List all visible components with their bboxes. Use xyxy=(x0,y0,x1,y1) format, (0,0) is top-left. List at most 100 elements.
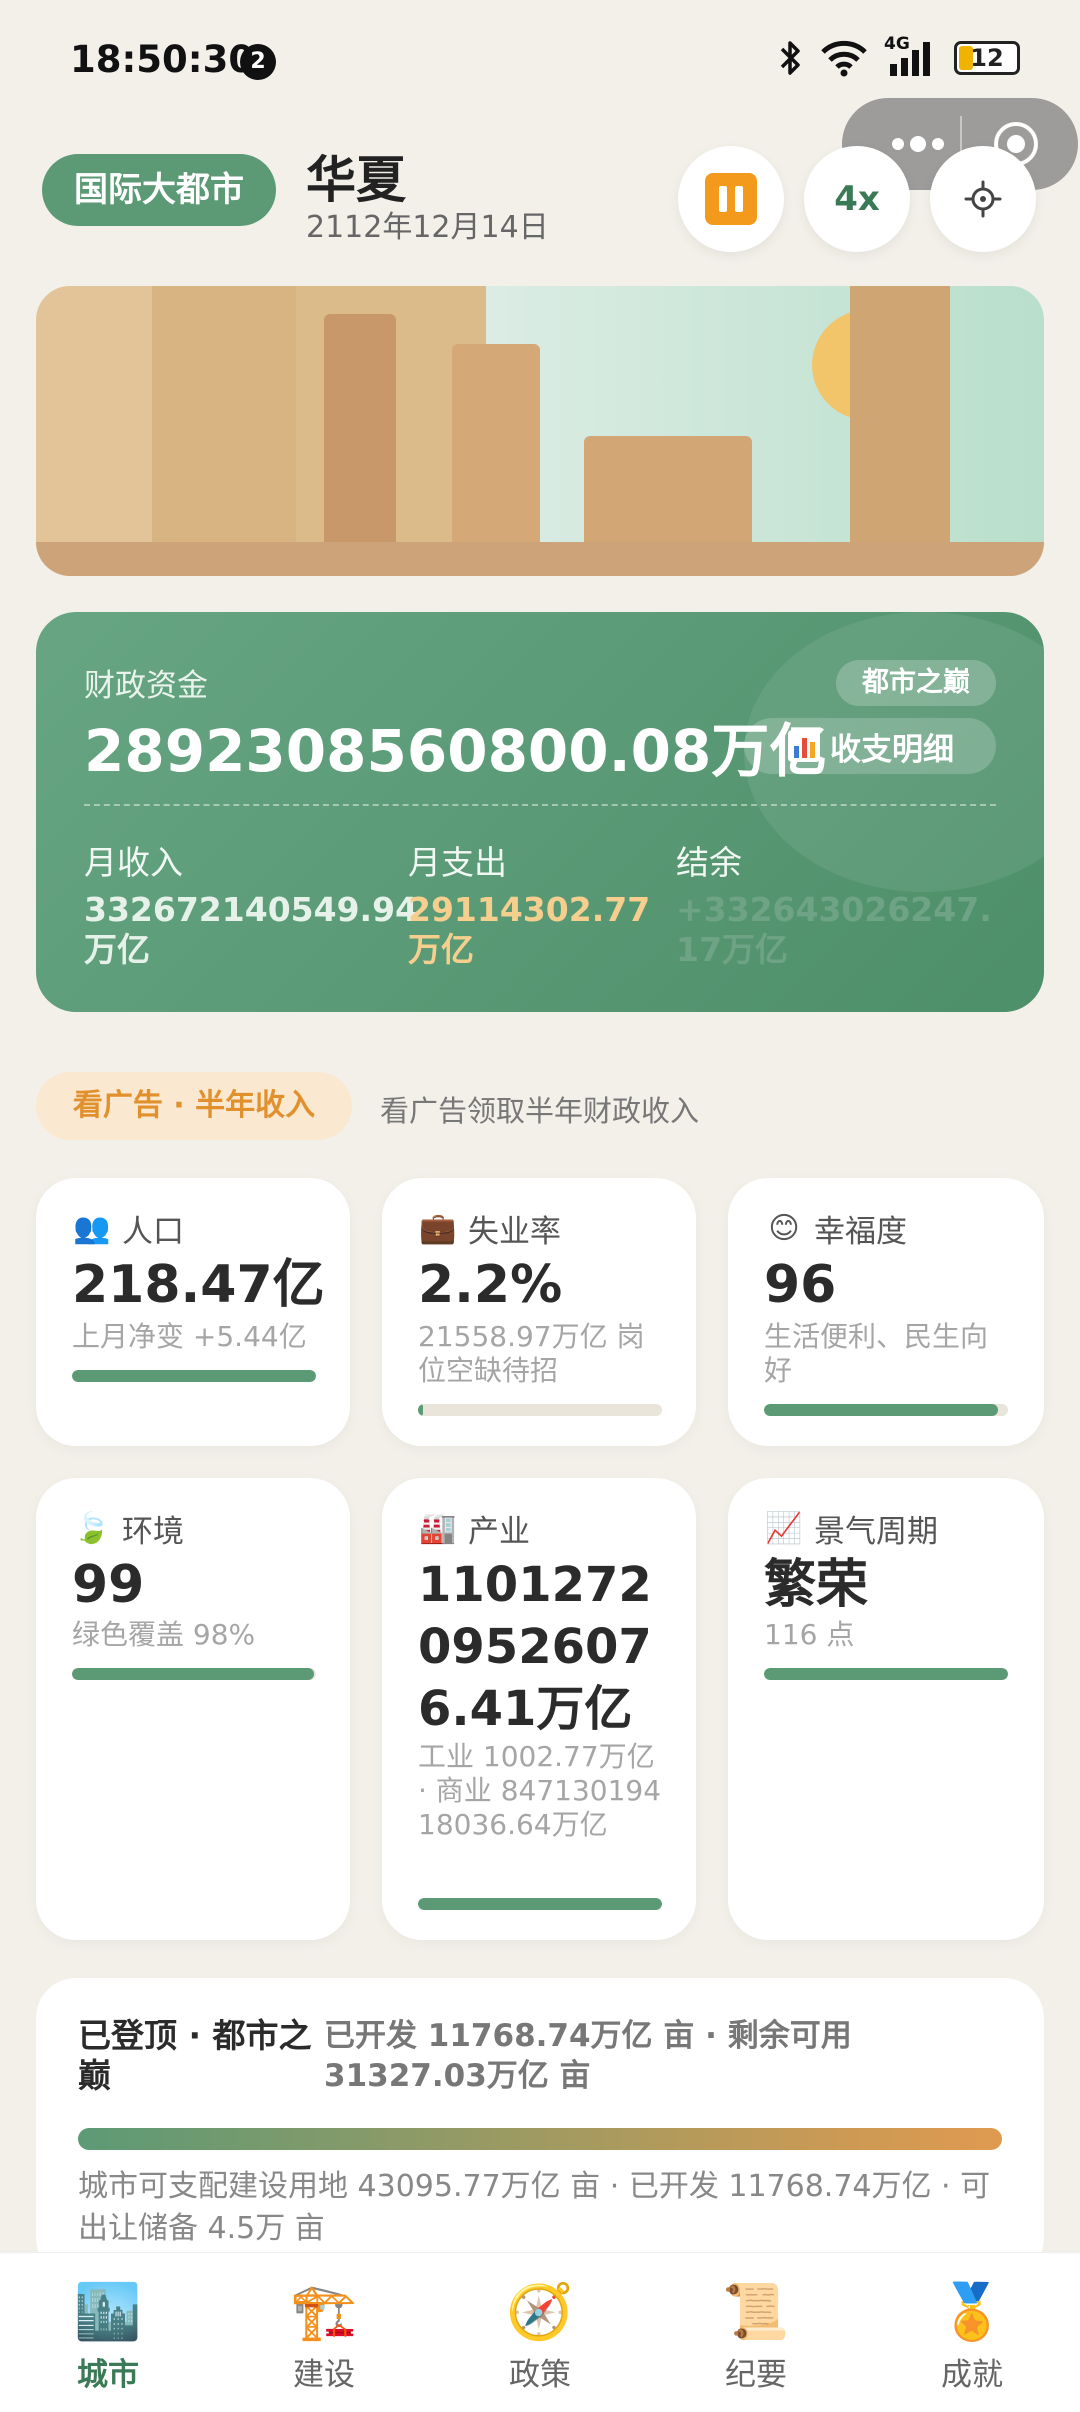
stat-subtext: 21558.97万亿 岗位空缺待招 xyxy=(418,1320,645,1387)
ground xyxy=(36,542,1044,576)
monthly-expense: 月支出 29114302.77万亿 xyxy=(408,836,668,970)
stat-progress-bar xyxy=(72,1370,316,1382)
stat-progress-bar xyxy=(764,1404,1008,1416)
bottom-tab-bar: 🏙️ 城市 🏗️ 建设 🧭 政策 📜 纪要 🏅 成就 xyxy=(0,2252,1080,2412)
stat-subtext: 绿色覆盖 98% xyxy=(72,1618,256,1651)
tab-label: 政策 xyxy=(509,2357,571,2393)
speed-label: 4x xyxy=(834,179,880,219)
stat-subtext: 116 点 xyxy=(764,1618,855,1651)
stat-title: 环境 xyxy=(122,1514,184,1550)
building xyxy=(584,436,752,546)
stat-card-happiness[interactable]: 😊 幸福度 96 生活便利、民生向好 xyxy=(728,1178,1044,1446)
finance-amount: 2892308560800.08万亿 xyxy=(84,717,828,785)
stat-card-business-cycle[interactable]: 📈 景气周期 繁荣 116 点 xyxy=(728,1478,1044,1940)
tab-achievements[interactable]: 🏅 成就 xyxy=(864,2253,1080,2412)
income-expense-detail-button[interactable]: 收支明细 xyxy=(744,718,996,774)
stat-progress-bar xyxy=(764,1668,1008,1680)
wifi-icon xyxy=(821,40,867,77)
monthly-expense-value: 29114302.77万亿 xyxy=(408,890,651,969)
city-icon: 🏙️ xyxy=(74,2280,142,2343)
tab-label: 纪要 xyxy=(725,2357,787,2393)
battery-level: 12 xyxy=(970,44,1004,72)
leaf-icon: 🍃 xyxy=(73,1511,111,1546)
stat-value: 2.2% xyxy=(418,1255,563,1315)
stat-value: 218.47亿 xyxy=(72,1255,325,1315)
city-skyline-illustration xyxy=(36,286,1044,576)
city-tier-tag: 都市之巅 xyxy=(836,660,996,706)
monthly-income: 月收入 332672140549.94万亿 xyxy=(84,836,424,970)
trend-up-icon: 📈 xyxy=(765,1511,803,1546)
building xyxy=(452,344,540,546)
city-date: 2112年12月14日 xyxy=(306,210,549,245)
stat-subtext: 工业 1002.77万亿 · 商业 84713019418036.64万亿 xyxy=(418,1740,662,1841)
smile-icon: 😊 xyxy=(768,1211,800,1246)
stat-progress-bar xyxy=(418,1898,662,1910)
tab-build[interactable]: 🏗️ 建设 xyxy=(216,2253,432,2412)
tab-records[interactable]: 📜 纪要 xyxy=(648,2253,864,2412)
tab-city[interactable]: 🏙️ 城市 xyxy=(0,2253,216,2412)
stat-value: 11012720952607 6.41万亿 xyxy=(418,1557,652,1737)
monthly-balance-label: 结余 xyxy=(676,843,742,882)
tab-label: 建设 xyxy=(293,2357,355,2393)
stat-card-unemployment[interactable]: 💼 失业率 2.2% 21558.97万亿 岗位空缺待招 xyxy=(382,1178,696,1446)
compass-icon: 🧭 xyxy=(506,2280,574,2343)
tab-label: 成就 xyxy=(941,2357,1003,2393)
monthly-expense-label: 月支出 xyxy=(408,843,507,882)
status-time: 18:50:30 xyxy=(70,38,255,81)
watch-ad-hint: 看广告领取半年财政收入 xyxy=(380,1094,700,1128)
city-level-badge: 国际大都市 xyxy=(42,154,276,226)
stat-card-environment[interactable]: 🍃 环境 99 绿色覆盖 98% xyxy=(36,1478,350,1940)
pause-icon xyxy=(705,173,757,225)
stat-title: 人口 xyxy=(122,1214,184,1250)
bar-chart-icon xyxy=(788,730,820,762)
monthly-balance-value: +332643026247.17万亿 xyxy=(676,890,992,969)
building xyxy=(324,314,396,546)
stat-title: 失业率 xyxy=(468,1214,561,1250)
briefcase-icon: 💼 xyxy=(419,1211,457,1246)
watch-ad-button[interactable]: 看广告 · 半年收入 xyxy=(36,1072,352,1140)
battery-icon: 12 xyxy=(954,41,1020,75)
stat-value: 96 xyxy=(764,1255,837,1315)
stat-subtext: 上月净变 +5.44亿 xyxy=(72,1320,307,1353)
notification-count-badge: 2 xyxy=(240,44,276,80)
stat-title: 景气周期 xyxy=(814,1514,938,1550)
land-summary: 已开发 11768.74万亿 亩 · 剩余可用 31327.03万亿 亩 xyxy=(324,2018,852,2094)
land-title: 已登顶 · 都市之巅 xyxy=(78,2016,312,2095)
stat-card-population[interactable]: 👥 人口 218.47亿 上月净变 +5.44亿 xyxy=(36,1178,350,1446)
stat-title: 产业 xyxy=(468,1514,530,1550)
building xyxy=(36,286,154,546)
crane-icon: 🏗️ xyxy=(290,2280,358,2343)
stat-subtext: 生活便利、民生向好 xyxy=(764,1320,989,1387)
stat-progress-bar xyxy=(72,1668,316,1680)
tab-label: 城市 xyxy=(77,2357,139,2393)
signal-icon xyxy=(890,42,930,76)
monthly-balance: 结余 +332643026247.17万亿 xyxy=(676,836,1006,970)
status-icons: 4G 12 xyxy=(778,34,1020,78)
land-description: 城市可支配建设用地 43095.77万亿 亩 · 已开发 11768.74万亿 … xyxy=(78,2169,991,2246)
monthly-income-label: 月收入 xyxy=(84,843,183,882)
cellular-signal: 4G xyxy=(884,34,938,78)
factory-icon: 🏭 xyxy=(419,1511,457,1546)
detail-button-label: 收支明细 xyxy=(830,731,954,768)
tab-policy[interactable]: 🧭 政策 xyxy=(432,2253,648,2412)
stat-value: 99 xyxy=(72,1555,145,1615)
pause-button[interactable] xyxy=(678,146,784,252)
settings-icon xyxy=(964,180,1002,218)
finance-divider xyxy=(84,804,996,806)
finance-card: 财政资金 2892308560800.08万亿 都市之巅 收支明细 月收入 33… xyxy=(36,612,1044,1012)
settings-button[interactable] xyxy=(930,146,1036,252)
land-progress-bar xyxy=(78,2128,1002,2150)
speed-button[interactable]: 4x xyxy=(804,146,910,252)
land-development-card: 已登顶 · 都市之巅 已开发 11768.74万亿 亩 · 剩余可用 31327… xyxy=(36,1978,1044,2278)
stat-title: 幸福度 xyxy=(814,1214,907,1250)
bluetooth-icon xyxy=(780,41,800,75)
stat-value: 繁荣 xyxy=(764,1555,869,1615)
people-icon: 👥 xyxy=(73,1211,111,1246)
scroll-icon: 📜 xyxy=(722,2280,790,2343)
stat-card-industry[interactable]: 🏭 产业 11012720952607 6.41万亿 工业 1002.77万亿 ·… xyxy=(382,1478,696,1940)
medal-icon: 🏅 xyxy=(938,2280,1006,2343)
building xyxy=(850,286,950,546)
monthly-income-value: 332672140549.94万亿 xyxy=(84,890,418,969)
stat-progress-bar xyxy=(418,1404,662,1416)
building xyxy=(152,286,302,546)
